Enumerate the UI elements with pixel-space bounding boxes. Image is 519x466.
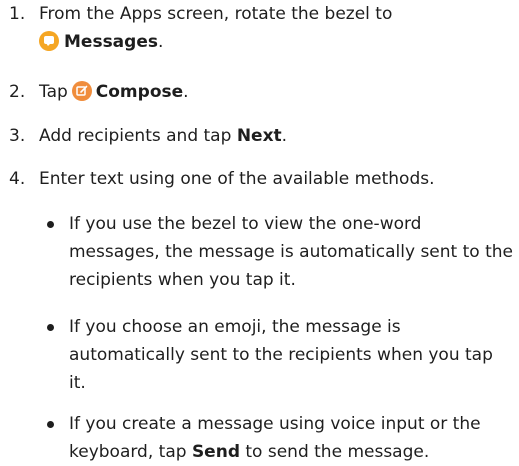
bullet-text: If you choose an emoji, the message is a… [69,317,493,393]
bullet-dot [47,221,54,228]
button-name: Compose [95,82,184,102]
step-text: From the Apps screen, rotate the bezel t… [39,0,515,56]
bullet-dot [47,324,54,331]
step-punctuation: . [157,32,164,52]
step-punctuation: . [183,82,189,102]
step-text: Enter text using one of the available me… [39,169,435,189]
list-item: If you choose an emoji, the message is a… [0,313,519,399]
step-3: 3. Add recipients and tap Next. [0,122,519,152]
step-instruction: From the Apps screen, rotate the bezel t… [39,4,393,24]
list-item: If you use the bezel to view the one-wor… [0,210,519,300]
step-4: 4. Enter text using one of the available… [0,165,519,195]
app-name: Messages [64,32,158,52]
step-text: Tap Compose. [39,78,515,106]
step-punctuation: . [281,126,288,146]
step-number: 3. [9,126,26,146]
button-name: Send [191,442,240,462]
step-text: Add recipients and tap Next. [39,122,515,150]
step-number: 1. [9,4,26,24]
messages-app-icon [39,31,59,51]
step-1: 1. From the Apps screen, rotate the beze… [0,0,519,64]
step-2: 2. Tap Compose. [0,78,519,108]
button-name: Next [236,126,282,146]
bullet-dot [47,421,54,428]
bullet-text: If you create a message using voice inpu… [69,410,515,466]
step-instruction: Add recipients and tap [39,126,237,146]
compose-icon [71,81,92,101]
step-number: 4. [9,169,26,189]
step-number: 2. [9,82,26,102]
step-instruction: Tap [39,82,68,102]
list-item: If you create a message using voice inpu… [0,410,519,466]
bullet-text: If you use the bezel to view the one-wor… [69,214,513,290]
bullet-text-end: to send the message. [239,442,430,462]
